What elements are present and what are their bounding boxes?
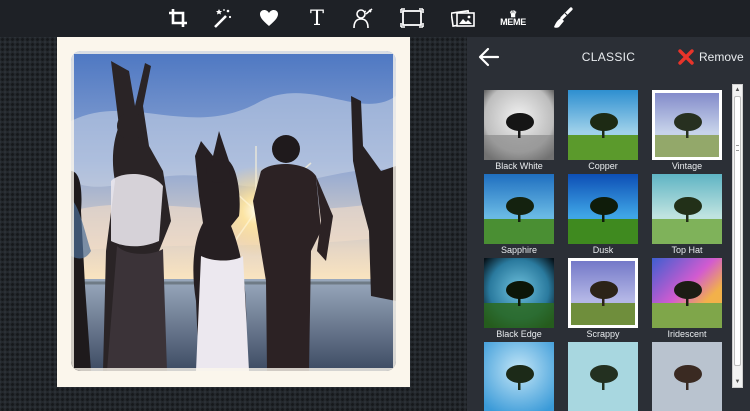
filter-copper[interactable]: Copper: [568, 90, 638, 175]
filter-thumbnail: [484, 90, 554, 160]
filter-thumbnail: [484, 342, 554, 411]
effects-tool-button[interactable]: [348, 4, 378, 32]
text-tool-button[interactable]: T: [302, 4, 332, 32]
meme-icon: ♛ MEME: [500, 9, 526, 27]
filter-dusk[interactable]: Dusk: [568, 174, 638, 259]
photo-frame[interactable]: [57, 37, 410, 387]
filter-vintage[interactable]: Vintage: [652, 90, 722, 175]
scrollbar-thumb[interactable]: [734, 96, 741, 366]
filter-label: Dusk: [592, 245, 614, 255]
editor-toolbar: T ♛ MEME: [0, 0, 750, 37]
meme-label: MEME: [500, 16, 526, 27]
filter-panel: CLASSIC Remove Black White Copper Vintag…: [467, 37, 750, 411]
filter-item[interactable]: [484, 342, 554, 411]
filter-label: Scrappy: [586, 329, 620, 339]
filter-label: Iridescent: [667, 329, 707, 339]
filter-label: Vintage: [671, 161, 703, 171]
filter-top-hat[interactable]: Top Hat: [652, 174, 722, 259]
enhance-tool-button[interactable]: [207, 4, 237, 32]
images-icon: [451, 9, 475, 27]
frames-tool-button[interactable]: [397, 4, 427, 32]
heart-icon: [260, 10, 278, 26]
filter-label: Top Hat: [671, 245, 703, 255]
filter-sapphire[interactable]: Sapphire: [484, 174, 554, 259]
filter-thumbnail: [568, 258, 638, 328]
filter-scrollbar[interactable]: ▲ ▼: [732, 84, 743, 388]
filter-thumbnail: [568, 174, 638, 244]
filter-thumbnail: [652, 342, 722, 411]
draw-tool-button[interactable]: [548, 4, 578, 32]
close-icon: [678, 49, 694, 65]
remove-label: Remove: [699, 50, 744, 64]
edited-photo[interactable]: [71, 51, 396, 371]
scroll-up-icon[interactable]: ▲: [733, 85, 742, 95]
text-icon: T: [309, 5, 324, 30]
stickers-tool-button[interactable]: [254, 4, 284, 32]
filter-thumbnail: [652, 174, 722, 244]
filter-item[interactable]: [652, 342, 722, 411]
grip-icon: [736, 145, 739, 151]
panel-header: CLASSIC Remove: [467, 37, 750, 77]
canvas-area[interactable]: [0, 37, 467, 411]
filter-black-edge[interactable]: Black Edge: [484, 258, 554, 343]
meme-tool-button[interactable]: ♛ MEME: [498, 4, 528, 32]
crop-icon: [169, 9, 187, 27]
filter-thumbnail: [652, 90, 722, 160]
filter-thumbnail: [568, 90, 638, 160]
silhouette-brush-icon: [353, 8, 373, 29]
filter-label: Black White: [495, 161, 543, 171]
filter-scrappy[interactable]: Scrappy: [568, 258, 638, 343]
filter-thumbnail: [652, 258, 722, 328]
filter-black-white[interactable]: Black White: [484, 90, 554, 175]
filter-iridescent[interactable]: Iridescent: [652, 258, 722, 343]
scroll-down-icon[interactable]: ▼: [733, 377, 742, 387]
filter-grid: Black White Copper Vintage Sapphire Dusk…: [480, 89, 725, 411]
filter-thumbnail: [568, 342, 638, 411]
remove-filter-button[interactable]: Remove: [678, 49, 744, 65]
filter-label: Sapphire: [500, 245, 538, 255]
crop-tool-button[interactable]: [163, 4, 193, 32]
magic-wand-icon: [214, 9, 232, 28]
brush-icon: [554, 7, 573, 28]
filter-item[interactable]: [568, 342, 638, 411]
filter-label: Black Edge: [496, 329, 542, 339]
filter-thumbnail: [484, 258, 554, 328]
overlays-tool-button[interactable]: [448, 4, 478, 32]
frame-icon: [400, 8, 424, 28]
filter-thumbnail: [484, 174, 554, 244]
filter-label: Copper: [588, 161, 618, 171]
